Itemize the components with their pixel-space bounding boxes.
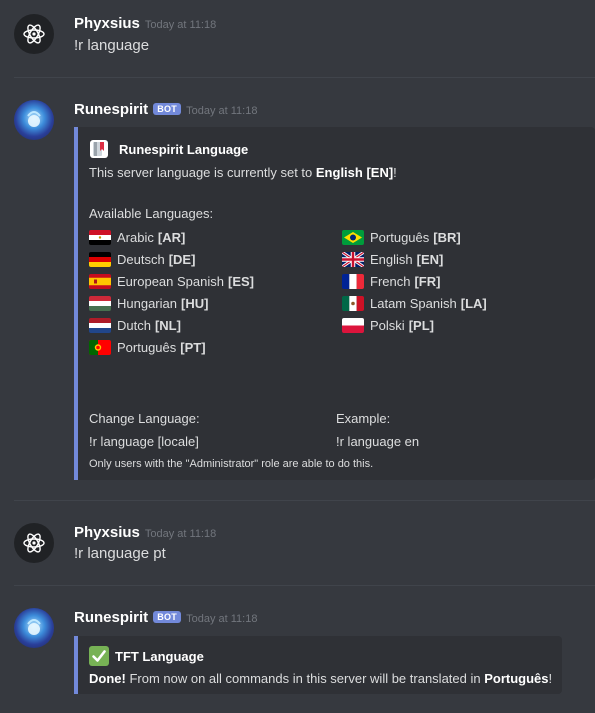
bot-badge: BOT <box>153 611 182 623</box>
avatar[interactable] <box>14 14 54 54</box>
language-item: English [EN] <box>342 252 443 267</box>
check-mark-button-icon <box>89 646 109 666</box>
timestamp: Today at 11:18 <box>186 613 258 625</box>
language-code: [EN] <box>416 252 444 267</box>
username[interactable]: Runespirit <box>74 101 148 118</box>
language-item: Dutch [NL] <box>89 318 181 333</box>
language-code: [HU] <box>181 296 209 311</box>
flag-es-icon <box>89 274 111 289</box>
language-name: Hungarian <box>117 296 177 311</box>
language-name: Arabic <box>117 230 154 245</box>
language-code: [ES] <box>227 274 254 289</box>
language-item: European Spanish [ES] <box>89 274 254 289</box>
embed-description: This server language is currently set to… <box>89 165 397 180</box>
language-name: European Spanish <box>117 274 224 289</box>
language-item: Latam Spanish [LA] <box>342 296 487 311</box>
language-item: Arabic [AR] <box>89 230 185 245</box>
message-divider <box>14 500 595 501</box>
flag-hu-icon <box>89 296 111 311</box>
language-name: Polski <box>370 318 405 333</box>
change-language-value: !r language [locale] <box>89 434 199 449</box>
message-divider <box>14 585 595 586</box>
language-item: French [FR] <box>342 274 440 289</box>
language-code: [LA] <box>460 296 487 311</box>
embed-footer: Only users with the "Administrator" role… <box>89 458 374 470</box>
flag-mx-icon <box>342 296 364 311</box>
change-language-label: Change Language: <box>89 411 200 426</box>
language-code: [NL] <box>154 318 181 333</box>
spirit-orb-icon <box>27 619 41 635</box>
language-code: [DE] <box>168 252 196 267</box>
embed-title: Runespirit Language <box>89 139 248 159</box>
flag-de-icon <box>89 252 111 267</box>
language-item: Hungarian [HU] <box>89 296 208 311</box>
language-item: Deutsch [DE] <box>89 252 195 267</box>
embed-description: Done! From now on all commands in this s… <box>89 671 553 686</box>
message-divider <box>14 77 595 78</box>
username[interactable]: Phyxsius <box>74 15 140 32</box>
available-languages-label: Available Languages: <box>89 206 214 221</box>
language-name: English <box>370 252 413 267</box>
flag-gb-icon <box>342 252 364 267</box>
language-code: [PT] <box>180 340 206 355</box>
language-name: Deutsch <box>117 252 165 267</box>
embed-title: TFT Language <box>89 646 204 666</box>
flag-fr-icon <box>342 274 364 289</box>
example-label: Example: <box>336 411 391 426</box>
message-header: Phyxsius Today at 11:18 <box>74 15 216 32</box>
atom-icon <box>23 533 45 553</box>
language-name: Português <box>370 230 430 245</box>
username[interactable]: Phyxsius <box>74 524 140 541</box>
language-code: [BR] <box>433 230 461 245</box>
spirit-orb-icon <box>27 111 41 127</box>
message-header: Runespirit BOT Today at 11:18 <box>74 609 257 626</box>
flag-br-icon <box>342 230 364 245</box>
language-item: Português [BR] <box>342 230 461 245</box>
flag-nl-icon <box>89 318 111 333</box>
flag-pt-icon <box>89 340 111 355</box>
timestamp: Today at 11:18 <box>144 19 217 31</box>
username[interactable]: Runespirit <box>74 609 148 626</box>
message-header: Phyxsius Today at 11:18 <box>74 524 216 541</box>
atom-icon <box>23 24 45 44</box>
example-value: !r language en <box>336 434 420 449</box>
flag-eg-icon <box>89 230 111 245</box>
timestamp: Today at 11:18 <box>186 105 258 117</box>
language-embed: Runespirit Language This server language… <box>74 127 595 480</box>
language-item: Português [PT] <box>89 340 206 355</box>
language-name: Dutch <box>117 318 151 333</box>
bot-avatar[interactable] <box>14 100 54 140</box>
flag-pl-icon <box>342 318 364 333</box>
language-name: Latam Spanish <box>370 296 457 311</box>
timestamp: Today at 11:18 <box>144 528 217 540</box>
language-name: French <box>370 274 411 289</box>
bot-badge: BOT <box>153 103 182 115</box>
message-text: !r language pt <box>74 545 166 562</box>
bot-avatar[interactable] <box>14 608 54 648</box>
language-code: [PL] <box>408 318 434 333</box>
language-item: Polski [PL] <box>342 318 434 333</box>
tft-language-embed: TFT Language Done! From now on all comma… <box>74 636 562 694</box>
message-text: !r language <box>74 37 150 54</box>
message-header: Runespirit BOT Today at 11:18 <box>74 101 257 118</box>
avatar[interactable] <box>14 523 54 563</box>
language-code: [AR] <box>157 230 186 245</box>
language-code: [FR] <box>414 274 441 289</box>
language-name: Português <box>117 340 177 355</box>
bookmark-book-icon <box>90 140 108 158</box>
